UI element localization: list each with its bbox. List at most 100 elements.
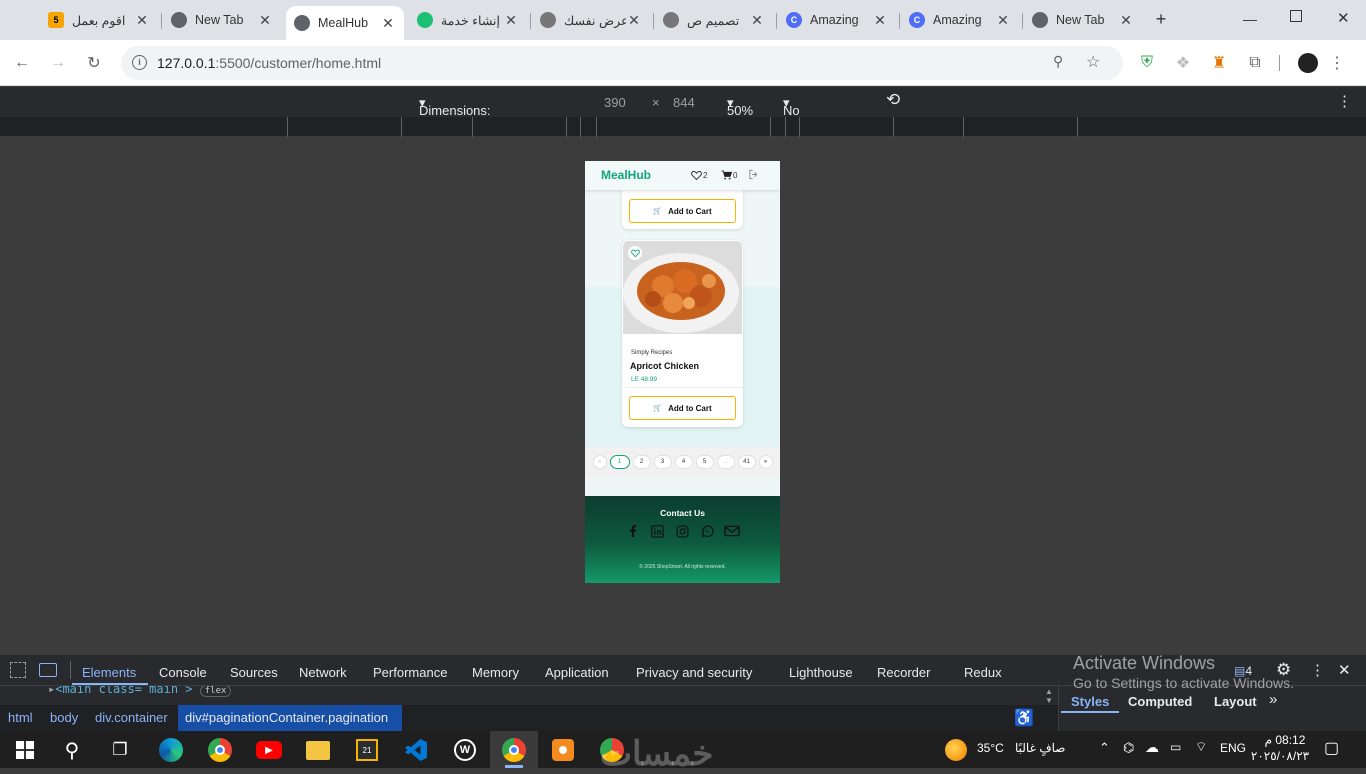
language-indicator[interactable]: ENG xyxy=(1220,741,1246,755)
tab-elements[interactable]: Elements xyxy=(82,665,136,680)
zoom-icon[interactable]: ⚲ xyxy=(1053,53,1073,73)
clock-time[interactable]: 08:12 م xyxy=(1260,733,1310,747)
weather-sun-icon[interactable] xyxy=(945,739,967,761)
tab-styles[interactable]: Styles xyxy=(1071,694,1109,709)
menu-dots-icon[interactable]: ⋮ xyxy=(1326,52,1348,74)
site-info-icon[interactable]: i xyxy=(132,55,147,70)
close-tab-icon[interactable]: ✕ xyxy=(134,12,150,29)
tab-console[interactable]: Console xyxy=(159,665,207,680)
minimize-icon[interactable]: — xyxy=(1243,11,1257,27)
shield-extension-icon[interactable]: ⛨ xyxy=(1136,52,1158,74)
issues-badge[interactable]: ▤4 xyxy=(1234,664,1252,678)
zoom-select[interactable]: 50% ▾ xyxy=(727,95,753,118)
accessibility-icon[interactable]: ♿ xyxy=(1014,708,1034,728)
app-icon[interactable]: W xyxy=(450,735,480,765)
clock-date[interactable]: ٢٠٢٥/٠٨/٢٣ xyxy=(1250,749,1310,763)
weather-temp[interactable]: 35°C xyxy=(977,741,1004,755)
device-width-input[interactable]: 390 xyxy=(604,95,626,110)
breadcrumb-body[interactable]: body xyxy=(50,710,78,725)
task-view-icon[interactable]: ❐ xyxy=(105,735,135,765)
extensions-puzzle-icon[interactable]: ⧉ xyxy=(1244,52,1266,74)
close-tab-icon[interactable]: ✕ xyxy=(749,12,765,29)
tab-privacy-security[interactable]: Privacy and security xyxy=(636,665,752,680)
extension-icon[interactable]: ❖ xyxy=(1172,52,1194,74)
profile-avatar[interactable] xyxy=(1298,53,1318,73)
device-toggle-icon[interactable] xyxy=(39,663,57,677)
device-height-input[interactable]: 844 xyxy=(673,95,695,110)
reload-icon[interactable]: ↻ xyxy=(83,52,105,74)
pagination-page-5[interactable]: 5 xyxy=(695,455,714,469)
inspect-element-icon[interactable] xyxy=(10,662,26,678)
close-tab-icon[interactable]: ✕ xyxy=(626,12,642,29)
recorder-app-icon[interactable] xyxy=(548,735,578,765)
close-tab-icon[interactable]: ✕ xyxy=(257,12,273,29)
restore-icon[interactable] xyxy=(1290,10,1302,22)
back-icon[interactable]: ← xyxy=(11,52,33,74)
chrome-icon[interactable] xyxy=(205,735,235,765)
vscode-icon[interactable] xyxy=(401,735,431,765)
breadcrumb-html[interactable]: html xyxy=(8,710,33,725)
device-more-icon[interactable]: ⋮ xyxy=(1337,92,1352,110)
extension-icon[interactable]: ♜ xyxy=(1208,52,1230,74)
browser-tab[interactable]: C Amazing ✕ xyxy=(778,6,896,34)
edge-icon[interactable] xyxy=(156,735,186,765)
media-query-ruler[interactable] xyxy=(0,117,1366,137)
browser-tab[interactable]: New Tab ✕ xyxy=(163,6,281,34)
browser-tab[interactable]: عرض نفسك ✕ xyxy=(532,6,650,34)
youtube-icon[interactable]: ▶ xyxy=(254,735,284,765)
chrome-active-icon[interactable] xyxy=(499,735,529,765)
breadcrumb-container[interactable]: div.container xyxy=(95,710,168,725)
tab-application[interactable]: Application xyxy=(545,665,609,680)
tab-lighthouse[interactable]: Lighthouse xyxy=(789,665,853,680)
throttling-select[interactable]: No throttling ▾ xyxy=(783,95,833,133)
pagination-prev-button[interactable]: « xyxy=(592,455,607,469)
close-tab-icon[interactable]: ✕ xyxy=(1118,12,1134,29)
pagination-page-2[interactable]: 2 xyxy=(632,455,651,469)
settings-gear-icon[interactable]: ⚙ xyxy=(1276,660,1291,680)
tray-device-icon[interactable]: ⌬ xyxy=(1123,740,1134,756)
new-tab-button[interactable]: + xyxy=(1151,9,1171,29)
tab-memory[interactable]: Memory xyxy=(472,665,519,680)
device-dimensions-select[interactable]: Dimensions: iPhone 12 Pro ▾ xyxy=(419,95,491,148)
pagination-page-3[interactable]: 3 xyxy=(653,455,672,469)
calendar-app-icon[interactable]: 21 xyxy=(352,735,382,765)
address-bar[interactable]: i 127.0.0.1:5500/customer/home.html ⚲ ☆ xyxy=(121,46,1123,80)
logout-link[interactable] xyxy=(748,169,759,180)
product-name[interactable]: Apricot Chicken xyxy=(630,361,699,371)
mail-icon[interactable] xyxy=(724,524,740,538)
pagination-next-button[interactable]: » xyxy=(758,455,773,469)
site-logo[interactable]: MealHub xyxy=(601,168,651,182)
tab-performance[interactable]: Performance xyxy=(373,665,447,680)
notification-icon[interactable]: ▢ xyxy=(1324,738,1339,758)
cart-link[interactable]: 0 xyxy=(721,170,737,180)
rotate-icon[interactable]: ⟲ xyxy=(886,90,900,110)
whatsapp-icon[interactable] xyxy=(700,524,714,538)
add-to-cart-button[interactable]: 🛒 Add to Cart xyxy=(629,199,736,223)
facebook-icon[interactable] xyxy=(626,524,640,538)
browser-tab[interactable]: تصميم ص ✕ xyxy=(655,6,773,34)
tab-computed[interactable]: Computed xyxy=(1128,694,1192,709)
close-tab-icon[interactable]: ✕ xyxy=(380,15,396,32)
close-tab-icon[interactable]: ✕ xyxy=(872,12,888,29)
browser-tab[interactable]: إنشاء خدمة ✕ xyxy=(409,6,527,34)
pagination-page-41[interactable]: 41 xyxy=(737,455,756,469)
tab-sources[interactable]: Sources xyxy=(230,665,278,680)
browser-tab[interactable]: 5 اقوم بعمل ✕ xyxy=(40,6,158,34)
linkedin-icon[interactable] xyxy=(650,524,664,538)
more-tabs-icon[interactable]: » xyxy=(1269,691,1277,708)
pagination-page-1[interactable]: 1 xyxy=(609,455,630,469)
windows-start-icon[interactable] xyxy=(10,735,40,765)
scroll-arrows[interactable]: ▲ ▼ xyxy=(1045,687,1053,705)
file-explorer-icon[interactable] xyxy=(303,735,333,765)
onedrive-cloud-icon[interactable]: ☁ xyxy=(1145,739,1159,756)
tab-redux[interactable]: Redux xyxy=(964,665,1002,680)
wishlist-link[interactable]: 2 xyxy=(691,170,707,180)
bookmark-star-icon[interactable]: ☆ xyxy=(1086,52,1106,72)
breadcrumb-pagination[interactable]: div#paginationContainer.pagination xyxy=(185,710,388,725)
search-icon[interactable]: ⚲ xyxy=(57,735,87,765)
tab-layout[interactable]: Layout xyxy=(1214,694,1257,709)
close-tab-icon[interactable]: ✕ xyxy=(503,12,519,29)
instagram-icon[interactable] xyxy=(675,524,689,538)
add-to-cart-button[interactable]: 🛒 Add to Cart xyxy=(629,396,736,420)
wifi-icon[interactable]: ⌔ xyxy=(1195,739,1207,755)
